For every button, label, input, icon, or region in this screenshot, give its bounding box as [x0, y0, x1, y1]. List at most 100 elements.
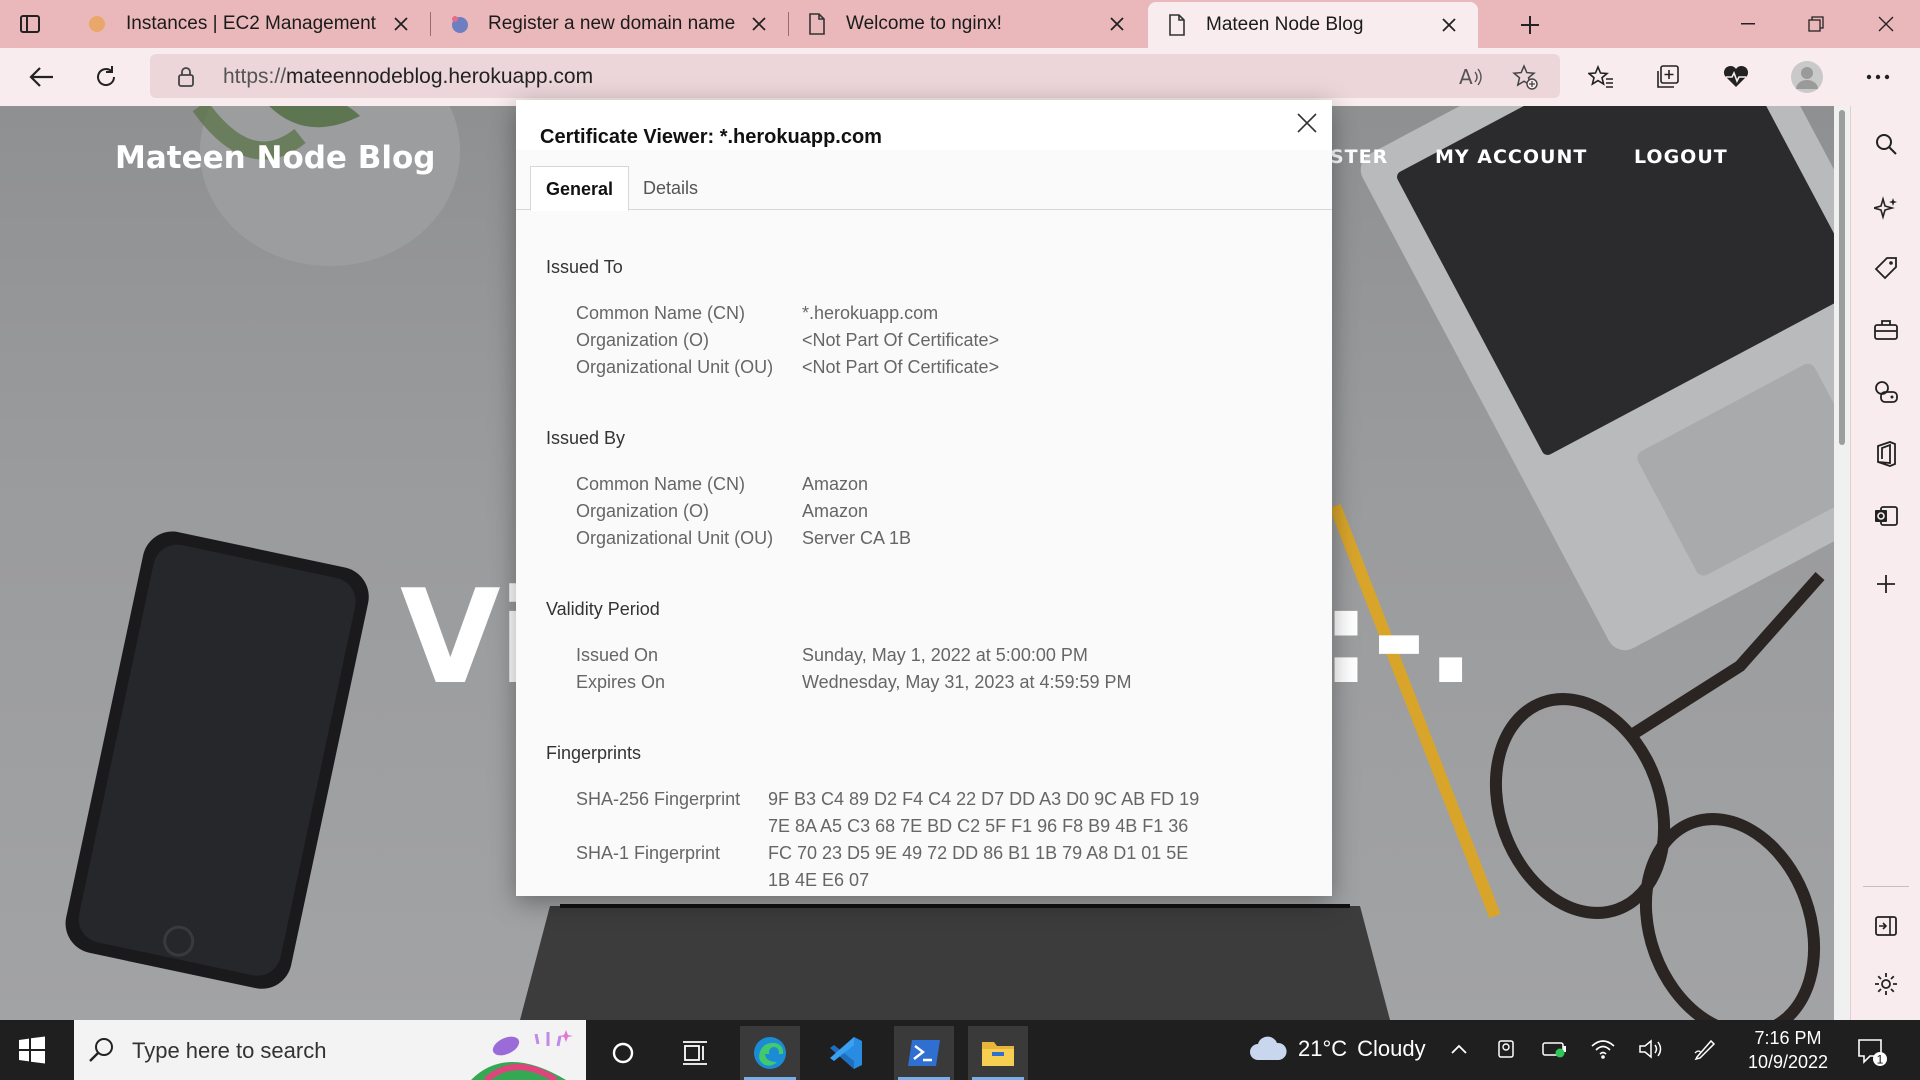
weather-widget[interactable]: 21°C Cloudy [1248, 1036, 1426, 1062]
add-favorite-icon[interactable] [1510, 62, 1540, 92]
field-label: Expires On [576, 672, 666, 692]
section-validity-period: Validity Period [546, 599, 660, 619]
address-bar[interactable]: https://mateennodeblog.herokuapp.com A [150, 54, 1560, 98]
hide-sidebar-icon[interactable] [1868, 908, 1904, 944]
field-label: Common Name (CN) [576, 474, 746, 494]
cortana-icon[interactable] [593, 1026, 653, 1080]
file-explorer-icon[interactable] [968, 1026, 1028, 1080]
scrollbar-thumb[interactable] [1839, 110, 1845, 445]
refresh-icon[interactable] [88, 59, 124, 95]
field-label: Organizational Unit (OU) [576, 357, 774, 377]
dialog-title: Certificate Viewer: *.herokuapp.com [540, 126, 882, 148]
field-value: Server CA 1B [802, 528, 912, 548]
favorites-icon[interactable] [1583, 59, 1619, 95]
browser-toolbar: https://mateennodeblog.herokuapp.com A [0, 48, 1920, 106]
lock-icon[interactable] [176, 66, 196, 87]
section-fingerprints: Fingerprints [546, 743, 642, 763]
search-icon [88, 1036, 116, 1064]
weather-temperature: 21°C [1298, 1036, 1348, 1061]
tab-general[interactable]: General [530, 166, 630, 211]
browser-essentials-icon[interactable] [1718, 59, 1754, 95]
powershell-icon[interactable] [894, 1026, 954, 1080]
section-issued-to: Issued To [546, 257, 623, 277]
domain-favicon-icon [448, 13, 470, 35]
field-value: 7E 8A A5 C3 68 7E BD C2 5F F1 96 F8 B9 4… [768, 816, 1189, 836]
outlook-icon[interactable] [1868, 498, 1904, 534]
close-window-icon[interactable] [1852, 0, 1920, 48]
tab-details[interactable]: Details [628, 166, 713, 210]
system-clock[interactable]: 7:16 PM 10/9/2022 [1740, 1026, 1836, 1074]
notification-count: 1 [1877, 1053, 1884, 1067]
pen-workspace-icon[interactable] [1690, 1034, 1720, 1064]
url-text[interactable]: https://mateennodeblog.herokuapp.com [223, 65, 593, 89]
search-placeholder: Type here to search [132, 1038, 327, 1063]
sidebar-settings-gear-icon[interactable] [1868, 966, 1904, 1002]
battery-charging-icon[interactable] [1540, 1034, 1570, 1064]
restore-icon[interactable] [1782, 0, 1850, 48]
search-icon[interactable] [1868, 126, 1904, 162]
nav-link-logout[interactable]: LOGOUT [1634, 146, 1728, 168]
svg-text:A: A [1459, 65, 1473, 89]
nav-link-register[interactable]: STER [1330, 146, 1388, 168]
close-tab-icon[interactable] [390, 13, 412, 35]
shopping-tag-icon[interactable] [1868, 250, 1904, 286]
meet-now-icon[interactable] [1492, 1034, 1522, 1064]
edge-taskbar-icon[interactable] [740, 1026, 800, 1080]
collections-icon[interactable] [1650, 59, 1686, 95]
page-scrollbar[interactable] [1834, 106, 1850, 1020]
dialog-header: Certificate Viewer: *.herokuapp.com [516, 100, 1332, 150]
add-sidebar-app-icon[interactable] [1868, 566, 1904, 602]
tab-actions-icon[interactable] [18, 12, 42, 36]
section-issued-by: Issued By [546, 428, 626, 448]
task-view-icon[interactable] [665, 1026, 725, 1080]
minimize-icon[interactable] [1714, 0, 1782, 48]
tab-domain[interactable]: Register a new domain name and [430, 0, 788, 48]
tab-title: Welcome to nginx! [846, 13, 1002, 34]
tab-ec2[interactable]: Instances | EC2 Management Con [68, 0, 430, 48]
taskbar-search-box[interactable]: Type here to search [74, 1020, 586, 1080]
field-value: FC 70 23 D5 9E 49 72 DD 86 B1 1B 79 A8 D… [768, 843, 1189, 863]
weather-condition: Cloudy [1357, 1036, 1426, 1061]
wifi-icon[interactable] [1588, 1034, 1618, 1064]
read-aloud-icon[interactable]: A [1456, 62, 1486, 92]
office-icon[interactable] [1868, 436, 1904, 472]
close-icon[interactable] [1294, 110, 1320, 136]
field-label: SHA-256 Fingerprint [576, 789, 741, 809]
field-label: Organization (O) [576, 501, 710, 521]
discover-sparkle-icon[interactable] [1868, 190, 1904, 226]
tab-mateen-node-blog[interactable]: Mateen Node Blog [1148, 2, 1478, 48]
field-label: SHA-1 Fingerprint [576, 843, 721, 863]
field-value: *.herokuapp.com [802, 303, 939, 323]
vscode-icon[interactable] [816, 1026, 876, 1080]
field-label: Organization (O) [576, 330, 710, 350]
field-value: Amazon [802, 501, 869, 521]
close-tab-icon[interactable] [748, 13, 770, 35]
close-tab-icon[interactable] [1438, 14, 1460, 36]
field-value: Sunday, May 1, 2022 at 5:00:00 PM [802, 645, 1088, 665]
back-arrow-icon[interactable] [24, 59, 60, 95]
new-tab-icon[interactable] [1515, 10, 1545, 40]
field-value: 1B 4E E6 07 [768, 870, 870, 890]
games-icon[interactable] [1868, 374, 1904, 410]
profile-avatar-icon[interactable] [1789, 59, 1825, 95]
close-tab-icon[interactable] [1106, 13, 1128, 35]
volume-icon[interactable] [1636, 1034, 1666, 1064]
windows-start-icon[interactable] [18, 1036, 46, 1064]
page-icon [1166, 14, 1188, 36]
notification-center-icon[interactable]: 1 [1854, 1034, 1888, 1068]
sidebar-divider [1863, 886, 1909, 887]
field-value: Wednesday, May 31, 2023 at 4:59:59 PM [802, 672, 1132, 692]
more-options-icon[interactable] [1860, 59, 1896, 95]
field-value: <Not Part Of Certificate> [802, 357, 1000, 377]
hero-heading-right: :-. [1320, 561, 1476, 713]
field-value: Amazon [802, 474, 869, 494]
browser-tab-bar: Instances | EC2 Management Con Register … [0, 0, 1920, 48]
page-icon [806, 13, 828, 35]
tab-nginx[interactable]: Welcome to nginx! [788, 0, 1146, 48]
site-logo[interactable]: Mateen Node Blog [115, 140, 436, 176]
tools-briefcase-icon[interactable] [1868, 312, 1904, 348]
nav-link-my-account[interactable]: MY ACCOUNT [1435, 146, 1587, 168]
show-hidden-icons-chevron-icon[interactable] [1444, 1034, 1474, 1064]
tab-title: Mateen Node Blog [1206, 14, 1364, 35]
tab-title: Instances | EC2 Management Con [126, 13, 380, 34]
